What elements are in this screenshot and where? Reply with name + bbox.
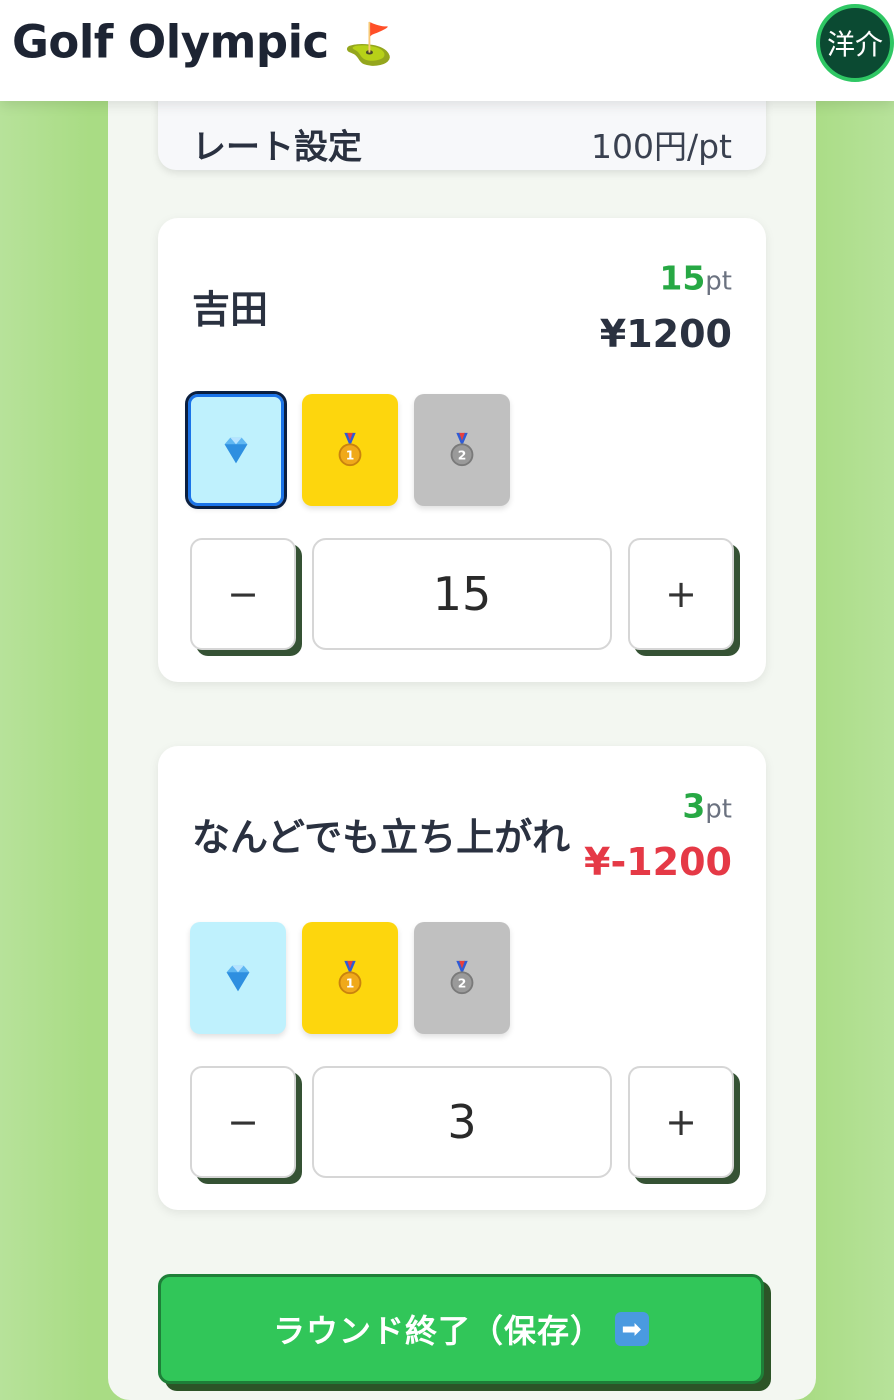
player-points-unit: pt [705, 266, 732, 297]
silver-medal-button[interactable]: 2 [414, 394, 510, 506]
player-name: 吉田 [192, 287, 269, 332]
player-points: 15pt [659, 259, 732, 298]
gold-medal-button[interactable]: 1 [302, 394, 398, 506]
player-card: 吉田 15pt ¥1200 1 2 − 15 + [158, 218, 766, 682]
gold-medal-icon: 1 [338, 432, 362, 467]
score-value-field[interactable]: 15 [312, 538, 612, 650]
silver-medal-label: 2 [458, 977, 467, 991]
player-points: 3pt [682, 787, 732, 826]
player-points-unit: pt [705, 794, 732, 825]
finish-round-button[interactable]: ラウンド終了（保存） ➡ [158, 1274, 764, 1384]
gold-medal-label: 1 [346, 449, 355, 463]
gold-medal-label: 1 [346, 977, 355, 991]
player-name: なんどでも立ち上がれ [192, 815, 571, 860]
gold-medal-icon: 1 [338, 960, 362, 995]
player-points-value: 3 [682, 786, 706, 826]
silver-medal-icon: 2 [450, 960, 474, 995]
player-yen: ¥-1200 [584, 840, 732, 884]
app-header: Golf Olympic ⛳ 洋介 [0, 0, 894, 101]
player-points-value: 15 [659, 258, 706, 298]
diamond-medal-button[interactable] [185, 391, 287, 509]
silver-medal-label: 2 [458, 449, 467, 463]
avatar-text: 洋介 [826, 28, 883, 61]
silver-medal-button[interactable]: 2 [414, 922, 510, 1034]
golf-flag-icon: ⛳ [343, 21, 394, 68]
diamond-medal-button[interactable] [190, 922, 286, 1034]
player-card: なんどでも立ち上がれ 3pt ¥-1200 1 2 − 3 + [158, 746, 766, 1210]
avatar[interactable]: 洋介 [816, 4, 894, 82]
decrement-button[interactable]: − [190, 538, 296, 650]
right-arrow-icon: ➡ [615, 1312, 649, 1346]
app-title-text: Golf Olympic [12, 15, 329, 69]
rate-value: 100円/pt [591, 127, 732, 166]
gem-icon [226, 965, 250, 992]
gem-icon [224, 437, 248, 464]
increment-button[interactable]: + [628, 538, 734, 650]
decrement-button[interactable]: − [190, 1066, 296, 1178]
finish-round-label: ラウンド終了（保存） [272, 1312, 603, 1350]
rate-label: レート設定 [192, 127, 362, 168]
increment-button[interactable]: + [628, 1066, 734, 1178]
gold-medal-button[interactable]: 1 [302, 922, 398, 1034]
silver-medal-icon: 2 [450, 432, 474, 467]
app-title: Golf Olympic ⛳ [12, 15, 394, 69]
player-yen: ¥1200 [599, 312, 732, 356]
score-value-field[interactable]: 3 [312, 1066, 612, 1178]
